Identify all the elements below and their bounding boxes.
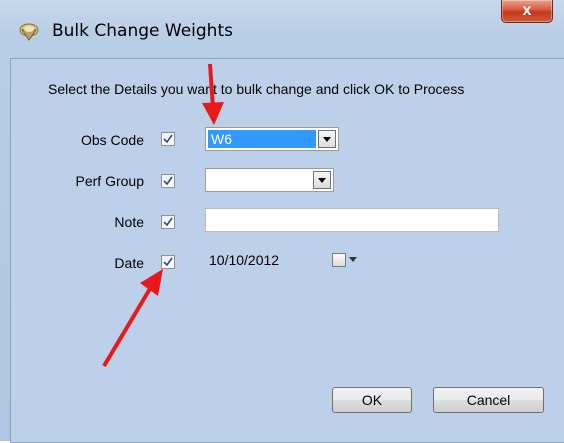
chevron-down-icon: [318, 178, 326, 183]
obs-code-select[interactable]: W6: [205, 127, 339, 151]
date-dropdown-chevron-icon[interactable]: [349, 257, 357, 262]
date-value: 10/10/2012: [209, 252, 280, 268]
perf-group-checkbox[interactable]: [161, 174, 175, 188]
perf-group-select[interactable]: [205, 168, 334, 192]
date-checkbox[interactable]: [161, 255, 175, 269]
app-icon: [18, 20, 40, 42]
perf-group-label: Perf Group: [75, 173, 144, 189]
ok-button[interactable]: OK: [332, 387, 412, 413]
note-label: Note: [114, 214, 144, 230]
window-title: Bulk Change Weights: [52, 21, 233, 41]
instruction-text: Select the Details you want to bulk chan…: [48, 81, 465, 97]
perf-group-dropdown-button[interactable]: [313, 171, 331, 189]
obs-code-checkbox[interactable]: [161, 132, 175, 146]
cancel-button[interactable]: Cancel: [433, 387, 544, 413]
dialog-window: Bulk Change Weights x Select the Details…: [0, 0, 564, 443]
chevron-down-icon: [323, 137, 331, 142]
obs-code-label: Obs Code: [80, 132, 144, 148]
date-label: Date: [114, 255, 144, 271]
close-button[interactable]: x: [501, 0, 553, 23]
obs-code-dropdown-button[interactable]: [318, 130, 336, 148]
title-bar[interactable]: Bulk Change Weights x: [0, 0, 564, 58]
obs-code-value: W6: [208, 130, 316, 148]
note-input[interactable]: [205, 208, 499, 232]
close-icon: x: [522, 2, 532, 19]
calendar-icon[interactable]: [332, 253, 346, 267]
note-checkbox[interactable]: [161, 215, 175, 229]
